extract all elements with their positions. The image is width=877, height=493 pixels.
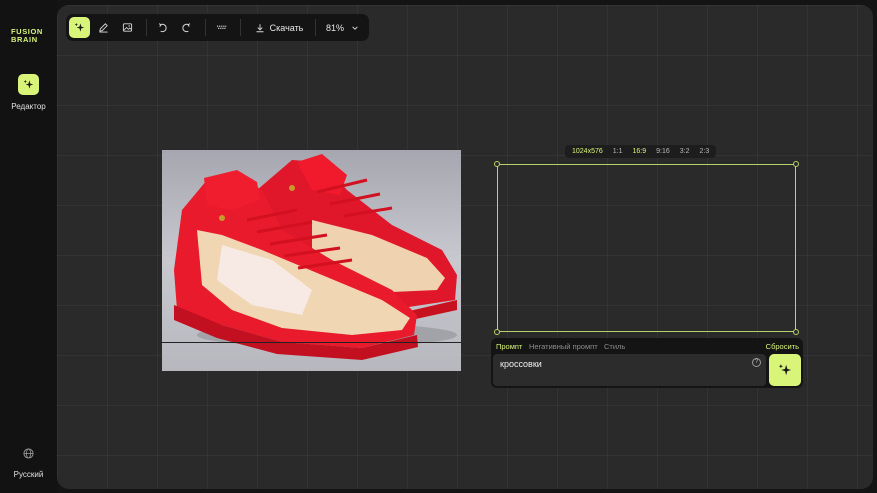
resize-handle-top-left[interactable]: [494, 161, 500, 167]
editor-button[interactable]: [18, 74, 39, 95]
sparkle-icon: [778, 364, 792, 376]
sneakers-illustration: [162, 150, 461, 371]
resize-handle-top-right[interactable]: [793, 161, 799, 167]
globe-icon[interactable]: [23, 448, 34, 459]
language-selector[interactable]: Русский: [0, 470, 57, 479]
resize-handle-bottom-right[interactable]: [793, 329, 799, 335]
ratio-option-2-3[interactable]: 2:3: [694, 145, 714, 158]
toolbar-divider: [240, 19, 241, 36]
logo-line-2: BRAIN: [11, 35, 38, 44]
ratio-option-1-1[interactable]: 1:1: [608, 145, 628, 158]
prompt-input-value: кроссовки: [500, 359, 542, 369]
upload-image-button[interactable]: [117, 17, 138, 38]
ratio-option-3-2[interactable]: 3:2: [675, 145, 695, 158]
undo-icon: [158, 23, 167, 33]
toolbar-divider: [315, 19, 316, 36]
sparkle-icon: [74, 22, 85, 32]
generate-tool-button[interactable]: [69, 17, 90, 38]
app-root: FUSION BRAIN Редактор Русский Скачать 81…: [0, 0, 877, 493]
ratio-option-9-16[interactable]: 9:16: [651, 145, 675, 158]
download-button[interactable]: Скачать: [247, 17, 311, 38]
generated-image-sneakers[interactable]: [162, 150, 461, 371]
tab-style[interactable]: Стиль: [604, 342, 625, 351]
toolbar-divider: [146, 19, 147, 36]
keyboard-icon: [216, 25, 227, 29]
generate-button[interactable]: [769, 354, 801, 386]
download-label: Скачать: [269, 22, 304, 33]
prompt-panel: Промпт Негативный промпт Стиль Сбросить …: [491, 338, 803, 388]
keyboard-shortcuts-button[interactable]: [211, 17, 232, 38]
logo[interactable]: FUSION BRAIN: [11, 28, 43, 44]
editor-canvas[interactable]: Скачать 81% 1024x576 1:1 16:9 9:16 3:2 2…: [57, 5, 873, 489]
chevron-down-icon: [352, 25, 358, 30]
eraser-tool-button[interactable]: [93, 17, 114, 38]
reset-button[interactable]: Сбросить: [766, 342, 799, 351]
sidebar: FUSION BRAIN Редактор Русский: [0, 0, 57, 493]
generation-frame[interactable]: [494, 161, 799, 335]
toolbar: Скачать 81%: [66, 14, 369, 41]
pencil-icon: [99, 23, 108, 33]
zoom-value: 81%: [325, 22, 344, 33]
help-icon[interactable]: ?: [752, 358, 761, 367]
image-icon: [122, 23, 133, 32]
tab-negative-prompt[interactable]: Негативный промпт: [529, 342, 598, 351]
editor-label: Редактор: [11, 102, 46, 111]
undo-button[interactable]: [152, 17, 173, 38]
image-divider-line: [162, 342, 461, 343]
sparkle-icon: [23, 79, 34, 89]
resolution-label: 1024x576: [572, 148, 603, 155]
prompt-input[interactable]: кроссовки ?: [493, 354, 766, 386]
redo-button[interactable]: [176, 17, 197, 38]
redo-icon: [182, 23, 191, 33]
ratio-option-16-9[interactable]: 16:9: [628, 145, 652, 158]
resize-handle-bottom-left[interactable]: [494, 329, 500, 335]
zoom-selector[interactable]: 81%: [319, 17, 366, 38]
aspect-ratio-selector: 1024x576 1:1 16:9 9:16 3:2 2:3: [565, 145, 717, 158]
tab-prompt[interactable]: Промпт: [496, 342, 522, 351]
toolbar-divider: [205, 19, 206, 36]
download-icon: [256, 23, 264, 32]
